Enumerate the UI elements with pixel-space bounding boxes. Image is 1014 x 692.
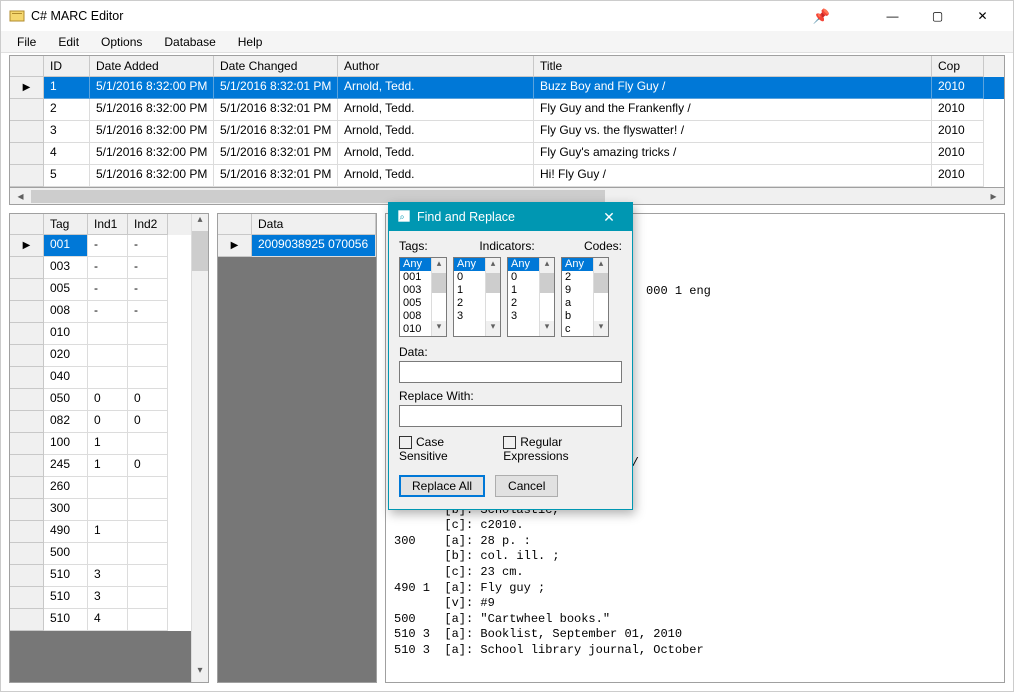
col-author[interactable]: Author: [338, 56, 534, 77]
table-row[interactable]: 510 3: [10, 565, 191, 587]
table-row[interactable]: 5 5/1/2016 8:32:00 PM 5/1/2016 8:32:01 P…: [10, 165, 1004, 187]
tags-vscroll[interactable]: ▴▾: [191, 214, 208, 682]
close-button[interactable]: ✕: [960, 1, 1005, 31]
data-panel[interactable]: Data ▶ 2009038925 070056: [217, 213, 377, 683]
find-replace-dialog: ⌕ Find and Replace ✕ Tags: Indicators: C…: [388, 202, 633, 510]
table-row[interactable]: 245 1 0: [10, 455, 191, 477]
list-ind1[interactable]: Any0123▴▾: [453, 257, 501, 337]
col-ind1[interactable]: Ind1: [88, 214, 128, 235]
table-row[interactable]: 010: [10, 323, 191, 345]
replace-input[interactable]: [399, 405, 622, 427]
table-row[interactable]: 4 5/1/2016 8:32:00 PM 5/1/2016 8:32:01 P…: [10, 143, 1004, 165]
app-icon: [9, 8, 25, 24]
table-row[interactable]: 008 - -: [10, 301, 191, 323]
scroll-left-icon[interactable]: ◂: [12, 189, 29, 203]
tags-panel[interactable]: Tag Ind1 Ind2 ▶ 001 - - 003 - - 005 - - …: [9, 213, 209, 683]
menu-help[interactable]: Help: [228, 33, 273, 51]
svg-text:⌕: ⌕: [400, 211, 405, 221]
menubar: File Edit Options Database Help: [1, 31, 1013, 53]
label-codes: Codes:: [561, 239, 622, 253]
col-ind2[interactable]: Ind2: [128, 214, 168, 235]
table-row[interactable]: 2 5/1/2016 8:32:00 PM 5/1/2016 8:32:01 P…: [10, 99, 1004, 121]
label-data: Data:: [399, 345, 622, 359]
table-row[interactable]: 050 0 0: [10, 389, 191, 411]
dialog-titlebar[interactable]: ⌕ Find and Replace ✕: [389, 203, 632, 231]
label-replace: Replace With:: [399, 389, 622, 403]
table-row[interactable]: 300: [10, 499, 191, 521]
col-title[interactable]: Title: [534, 56, 932, 77]
table-row[interactable]: 040: [10, 367, 191, 389]
minimize-button[interactable]: —: [870, 1, 915, 31]
table-row[interactable]: 020: [10, 345, 191, 367]
label-tags: Tags:: [399, 239, 453, 253]
col-cop[interactable]: Cop: [932, 56, 984, 77]
table-row[interactable]: 3 5/1/2016 8:32:00 PM 5/1/2016 8:32:01 P…: [10, 121, 1004, 143]
menu-file[interactable]: File: [7, 33, 46, 51]
cancel-button[interactable]: Cancel: [495, 475, 558, 497]
table-row[interactable]: 082 0 0: [10, 411, 191, 433]
label-indicators: Indicators:: [453, 239, 561, 253]
menu-database[interactable]: Database: [154, 33, 225, 51]
case-sensitive-checkbox[interactable]: Case Sensitive: [399, 435, 489, 463]
menu-edit[interactable]: Edit: [48, 33, 89, 51]
titlebar: C# MARC Editor 📌 — ▢ ✕: [1, 1, 1013, 31]
table-row[interactable]: 005 - -: [10, 279, 191, 301]
pin-icon[interactable]: 📌: [813, 8, 830, 25]
dialog-title: Find and Replace: [417, 210, 594, 224]
menu-options[interactable]: Options: [91, 33, 152, 51]
col-date-added[interactable]: Date Added: [90, 56, 214, 77]
data-input[interactable]: [399, 361, 622, 383]
list-tags[interactable]: Any001003005008010▴▾: [399, 257, 447, 337]
table-row[interactable]: 003 - -: [10, 257, 191, 279]
table-row[interactable]: 510 4: [10, 609, 191, 631]
table-row[interactable]: 500: [10, 543, 191, 565]
table-row[interactable]: 510 3: [10, 587, 191, 609]
col-data[interactable]: Data: [252, 214, 376, 235]
scroll-right-icon[interactable]: ▸: [985, 189, 1002, 203]
maximize-button[interactable]: ▢: [915, 1, 960, 31]
list-codes[interactable]: Any29abc▴▾: [561, 257, 609, 337]
list-ind2[interactable]: Any0123▴▾: [507, 257, 555, 337]
grid-header: ID Date Added Date Changed Author Title …: [10, 56, 1004, 77]
dialog-close-button[interactable]: ✕: [594, 209, 624, 226]
replace-all-button[interactable]: Replace All: [399, 475, 485, 497]
col-tag[interactable]: Tag: [44, 214, 88, 235]
window-title: C# MARC Editor: [31, 9, 813, 23]
table-row[interactable]: 100 1: [10, 433, 191, 455]
regex-checkbox[interactable]: Regular Expressions: [503, 435, 622, 463]
table-row[interactable]: ▶ 001 - -: [10, 235, 191, 257]
col-date-changed[interactable]: Date Changed: [214, 56, 338, 77]
col-id[interactable]: ID: [44, 56, 90, 77]
table-row[interactable]: 490 1: [10, 521, 191, 543]
table-row[interactable]: 260: [10, 477, 191, 499]
table-row[interactable]: ▶ 1 5/1/2016 8:32:00 PM 5/1/2016 8:32:01…: [10, 77, 1004, 99]
table-row[interactable]: ▶ 2009038925 070056: [218, 235, 376, 257]
records-grid[interactable]: ID Date Added Date Changed Author Title …: [9, 55, 1005, 188]
dialog-icon: ⌕: [397, 209, 411, 226]
